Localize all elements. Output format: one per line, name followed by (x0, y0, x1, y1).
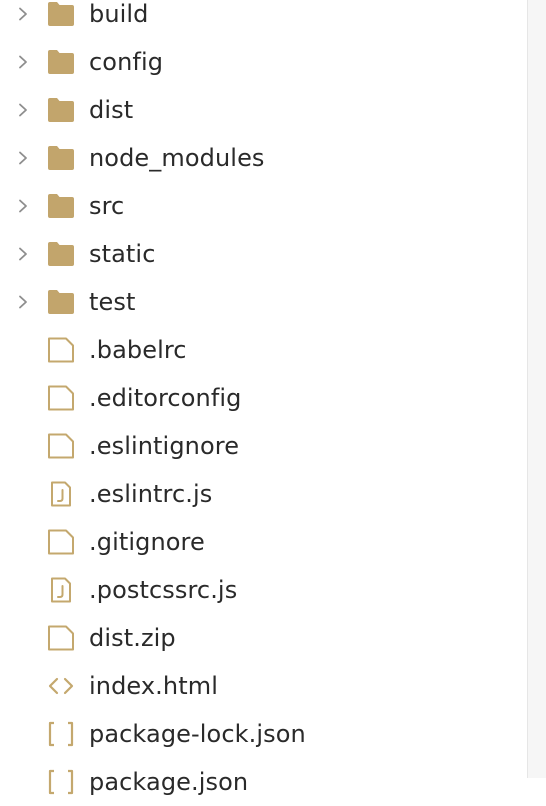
tree-item-label: .editorconfig (89, 384, 242, 412)
vertical-scrollbar[interactable] (527, 0, 546, 778)
tree-item-label: dist (89, 96, 134, 124)
folder-icon (48, 2, 74, 26)
chevron-right-icon[interactable] (16, 247, 30, 261)
file-tree: build config dist node_modules src stati… (0, 0, 528, 806)
tree-item-label: config (89, 48, 164, 76)
tree-item-babelrc[interactable]: .babelrc (0, 326, 528, 374)
tree-item-label: package.json (89, 768, 249, 796)
tree-item-label: index.html (89, 672, 218, 700)
js-file-icon (51, 577, 71, 603)
tree-item-dist[interactable]: dist (0, 86, 528, 134)
chevron-right-icon[interactable] (16, 7, 30, 21)
folder-icon (48, 290, 74, 314)
tree-item-node-modules[interactable]: node_modules (0, 134, 528, 182)
tree-item-build[interactable]: build (0, 0, 528, 38)
tree-item-label: build (89, 0, 149, 28)
tree-item-label: src (89, 192, 125, 220)
tree-item-dist-zip[interactable]: dist.zip (0, 614, 528, 662)
tree-item-label: .postcssrc.js (89, 576, 238, 604)
tree-item-eslintrc-js[interactable]: .eslintrc.js (0, 470, 528, 518)
tree-item-label: .babelrc (89, 336, 187, 364)
tree-item-eslintignore[interactable]: .eslintignore (0, 422, 528, 470)
chevron-right-icon[interactable] (16, 103, 30, 117)
chevron-right-icon[interactable] (16, 151, 30, 165)
brackets-icon (48, 769, 74, 795)
tree-item-package-lock-json[interactable]: package-lock.json (0, 710, 528, 758)
file-icon (48, 385, 74, 411)
folder-icon (48, 98, 74, 122)
folder-icon (48, 194, 74, 218)
chevron-right-icon[interactable] (16, 295, 30, 309)
tree-item-postcssrc-js[interactable]: .postcssrc.js (0, 566, 528, 614)
tree-item-label: package-lock.json (89, 720, 306, 748)
tree-item-label: .gitignore (89, 528, 205, 556)
tree-item-label: node_modules (89, 144, 265, 172)
folder-icon (48, 50, 74, 74)
code-icon (48, 677, 74, 695)
tree-item-label: .eslintrc.js (89, 480, 213, 508)
file-icon (48, 529, 74, 555)
brackets-icon (48, 721, 74, 747)
tree-item-label: test (89, 288, 136, 316)
tree-item-gitignore[interactable]: .gitignore (0, 518, 528, 566)
tree-item-index-html[interactable]: index.html (0, 662, 528, 710)
tree-item-config[interactable]: config (0, 38, 528, 86)
tree-item-test[interactable]: test (0, 278, 528, 326)
tree-item-package-json[interactable]: package.json (0, 758, 528, 806)
folder-icon (48, 146, 74, 170)
file-icon (48, 433, 74, 459)
file-icon (48, 625, 74, 651)
tree-item-static[interactable]: static (0, 230, 528, 278)
chevron-right-icon[interactable] (16, 55, 30, 69)
file-icon (48, 337, 74, 363)
folder-icon (48, 242, 74, 266)
tree-item-src[interactable]: src (0, 182, 528, 230)
tree-item-label: dist.zip (89, 624, 176, 652)
tree-item-editorconfig[interactable]: .editorconfig (0, 374, 528, 422)
tree-item-label: static (89, 240, 156, 268)
js-file-icon (51, 481, 71, 507)
chevron-right-icon[interactable] (16, 199, 30, 213)
tree-item-label: .eslintignore (89, 432, 240, 460)
